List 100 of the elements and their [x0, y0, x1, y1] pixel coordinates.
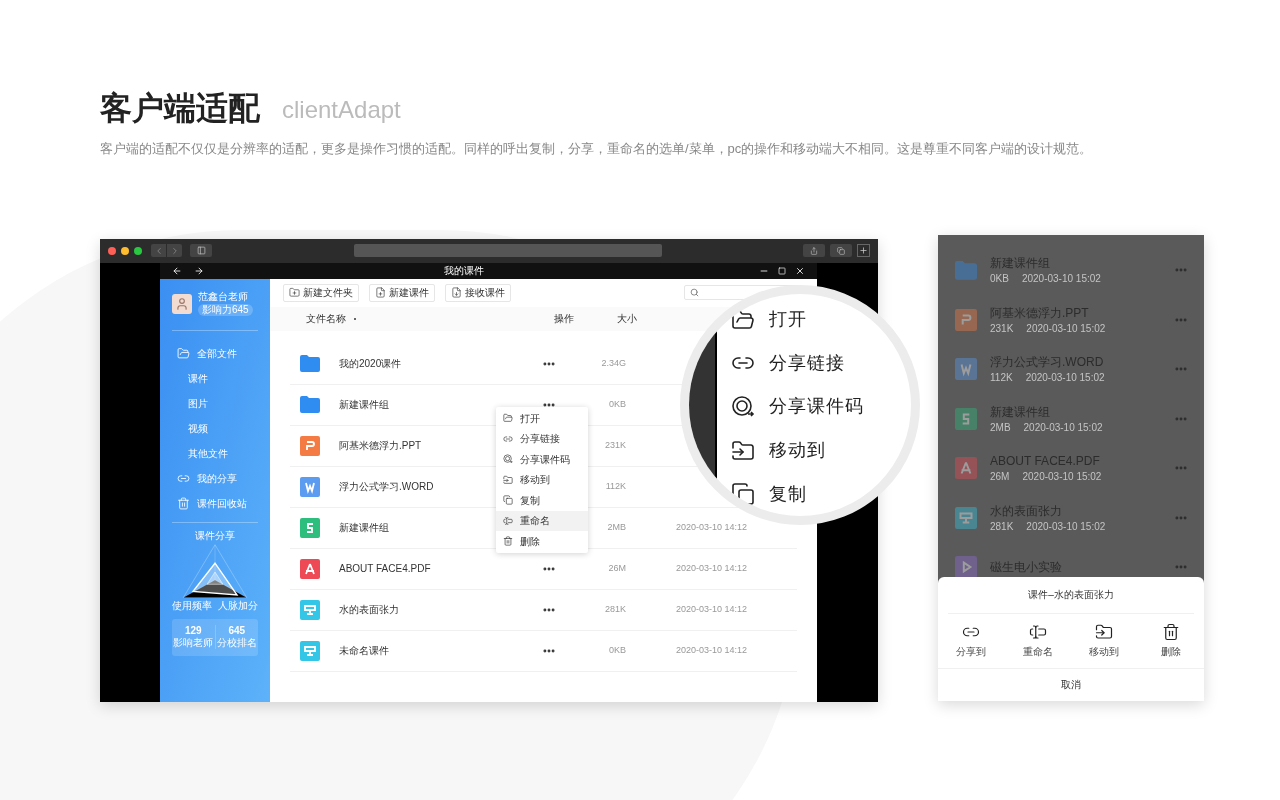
folder-icon — [955, 260, 977, 280]
folder-arrow-icon — [731, 438, 755, 463]
folder-icon — [177, 346, 190, 360]
spreadsheet-file-icon — [300, 517, 320, 538]
radar-label: 使用频率 — [172, 600, 212, 611]
stat-label: 分校排名 — [216, 637, 257, 649]
arrow-left-icon[interactable] — [172, 265, 182, 276]
file-name: 新建课件组 — [339, 521, 389, 535]
tabs-button[interactable] — [830, 244, 852, 257]
file-size: 26M — [607, 561, 626, 575]
new-tab-button[interactable] — [857, 244, 870, 257]
file-size: 2.34G — [600, 356, 626, 370]
target-icon — [503, 454, 513, 465]
sheet-action-button[interactable]: 分享到 — [938, 622, 1005, 659]
stat-value: 645 — [228, 625, 246, 637]
file-size: 281K — [990, 520, 1014, 532]
file-date: 2020-03-10 15:02 — [1022, 471, 1102, 483]
plus-icon — [859, 246, 868, 255]
file-name: 我的2020课件 — [339, 357, 402, 371]
file-name: 新建课件组 — [339, 398, 389, 412]
file-size: 112K — [990, 372, 1013, 384]
pdf-file-icon — [300, 558, 320, 579]
file-size: 26M — [990, 471, 1010, 483]
column-header[interactable]: 文件名称 — [306, 311, 346, 326]
file-size: 231K — [603, 438, 626, 452]
sheet-action-button[interactable]: 删除 — [1137, 622, 1204, 659]
toolbar-button[interactable]: 新建课件 — [369, 283, 435, 302]
sidebar-toggle-button[interactable] — [190, 244, 212, 257]
user-name: 范鑫台老师 — [198, 291, 249, 302]
tabs-icon — [837, 246, 845, 255]
stat-label: 影响老师 — [173, 637, 214, 649]
file-download-icon — [451, 287, 462, 298]
file-row[interactable]: 未命名课件 0KB 2020-03-10 14:12 — [290, 630, 797, 672]
user-badge: 影响力645 — [198, 303, 253, 316]
file-size: 0KB — [608, 397, 626, 411]
menu-item[interactable]: 打开 — [731, 298, 911, 342]
file-date: 2020-03-10 15:02 — [1025, 372, 1105, 384]
stat-value: 129 — [184, 625, 202, 637]
menu-item[interactable]: 移动到 — [731, 428, 911, 473]
arrow-right-icon[interactable] — [194, 265, 204, 276]
video-file-icon — [955, 556, 977, 577]
rename-icon — [1028, 622, 1047, 641]
file-date: 2020-03-10 15:02 — [1026, 322, 1106, 334]
file-name: 未命名课件 — [339, 644, 389, 658]
document-file-icon — [955, 358, 977, 381]
window-title: 我的课件 — [442, 265, 485, 276]
slides-file-icon — [300, 599, 320, 620]
file-size: 231K — [990, 322, 1014, 334]
pdf-file-icon — [955, 457, 977, 480]
trash-icon — [1161, 622, 1180, 641]
menu-item[interactable]: 分享课件码 — [496, 449, 588, 470]
sheet-action-button[interactable]: 移动到 — [1071, 622, 1138, 659]
folder-arrow-icon — [503, 474, 513, 485]
slides-file-icon — [300, 640, 320, 661]
folder-icon — [300, 355, 320, 372]
sidebar-panel-icon — [196, 246, 206, 255]
radar-label: 人脉加分 — [218, 600, 258, 611]
folder-icon — [503, 413, 513, 424]
file-date: 2020-03-10 14:12 — [676, 561, 748, 575]
copy-icon — [503, 495, 513, 506]
menu-item[interactable]: 移动到 — [496, 469, 588, 490]
cancel-button[interactable]: 取消 — [938, 668, 1204, 701]
target-icon — [731, 395, 755, 419]
file-size: 2MB — [606, 520, 626, 534]
close-icon[interactable] — [795, 265, 805, 276]
toolbar-button[interactable]: 新建文件夹 — [283, 283, 359, 302]
file-date: 2020-03-10 15:02 — [1023, 421, 1103, 433]
sheet-title: 课件–水的表面张力 — [1028, 588, 1114, 602]
file-date: 2020-03-10 14:12 — [676, 643, 748, 657]
presentation-file-icon — [300, 435, 320, 456]
file-name: 水的表面张力 — [339, 603, 399, 617]
page-title: 客户端适配 — [100, 89, 260, 128]
file-size: 0KB — [608, 643, 626, 657]
file-name: ABOUT FACE4.PDF — [339, 562, 431, 576]
trash-icon — [503, 536, 513, 547]
maximize-icon[interactable] — [778, 266, 786, 275]
menu-item[interactable]: 打开 — [496, 408, 588, 429]
share-button[interactable] — [803, 244, 825, 257]
trash-icon — [177, 496, 190, 510]
copy-icon — [731, 482, 755, 507]
file-date: 2020-03-10 14:12 — [676, 602, 748, 616]
file-date: 2020-03-10 15:02 — [1021, 273, 1101, 285]
file-date: 2020-03-10 15:02 — [1026, 520, 1106, 532]
toolbar-button[interactable]: 接收课件 — [445, 283, 511, 302]
share-icon — [810, 246, 818, 255]
menu-item[interactable]: 重命名 — [496, 510, 588, 531]
search-icon — [690, 288, 699, 297]
file-size: 2MB — [990, 421, 1011, 433]
file-size: 112K — [604, 479, 626, 493]
folder-icon — [300, 396, 320, 413]
file-row[interactable]: 水的表面张力 281K 2020-03-10 14:12 — [290, 589, 797, 631]
rename-icon — [503, 515, 513, 526]
file-size: 281K — [603, 602, 626, 616]
file-name: 浮力公式学习.WORD — [339, 480, 434, 494]
page-description: 客户端的适配不仅仅是分辨率的适配，更多是操作习惯的适配。同样的呼出复制，分享，重命名的选单/菜单，pc的操作和移动端大不相同。这是尊重不同客户端的设计规范。 — [100, 140, 1094, 158]
sheet-action-button[interactable]: 重命名 — [1004, 622, 1071, 659]
column-header: 大小 — [617, 312, 637, 326]
folder-arrow-icon — [1095, 622, 1114, 641]
menu-item[interactable]: 分享链接 — [496, 428, 588, 449]
file-date: 2020-03-10 14:12 — [676, 520, 748, 534]
